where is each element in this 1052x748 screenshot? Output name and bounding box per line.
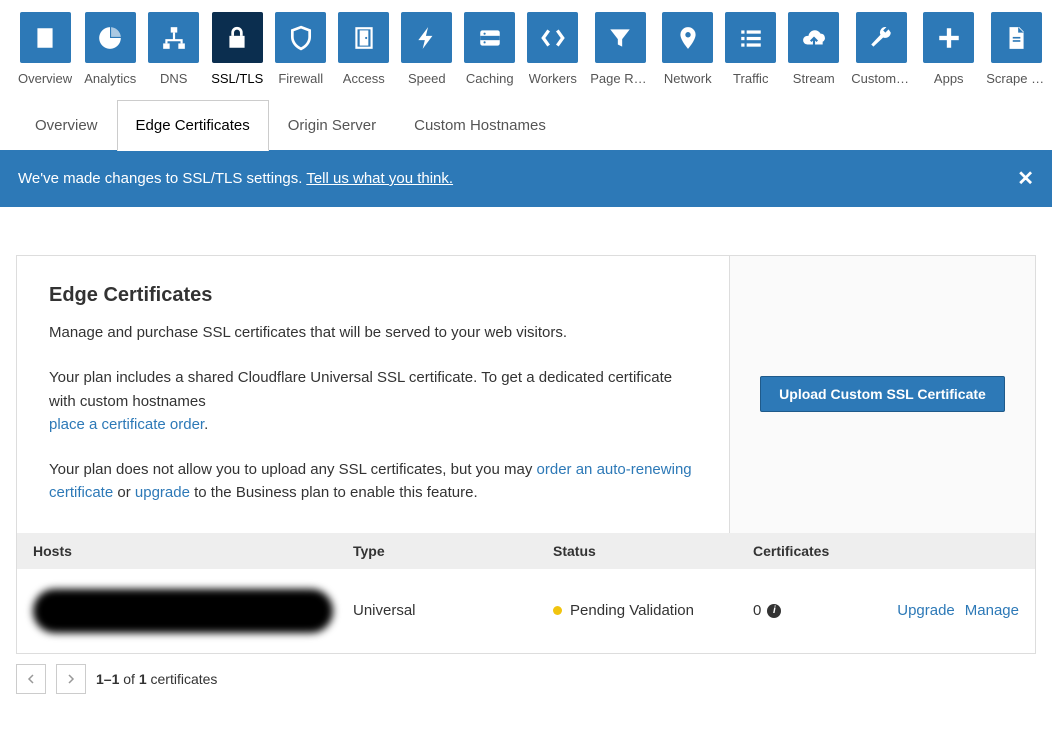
- nav-label: Apps: [934, 71, 964, 86]
- card-body: Edge Certificates Manage and purchase SS…: [17, 256, 1035, 533]
- nav-label: Workers: [529, 71, 577, 86]
- nav-pagerules[interactable]: Page Rules: [590, 12, 650, 86]
- edge-certificates-card: Edge Certificates Manage and purchase SS…: [16, 255, 1036, 654]
- lock-icon: [212, 12, 263, 63]
- th-certs: Certificates: [753, 543, 1019, 559]
- cell-status: Pending Validation: [553, 602, 753, 619]
- nav-label: Overview: [18, 71, 72, 86]
- upgrade-link[interactable]: upgrade: [135, 484, 190, 501]
- th-type: Type: [353, 543, 553, 559]
- nav-access[interactable]: Access: [338, 12, 389, 86]
- banner-content: We've made changes to SSL/TLS settings. …: [18, 170, 453, 187]
- nav-caching[interactable]: Caching: [464, 12, 515, 86]
- banner-link[interactable]: Tell us what you think.: [306, 170, 453, 187]
- door-icon: [338, 12, 389, 63]
- nav-label: Custom P…: [851, 71, 911, 86]
- th-hosts: Hosts: [33, 543, 353, 559]
- nav-label: Speed: [408, 71, 446, 86]
- nav-stream[interactable]: Stream: [788, 12, 839, 86]
- nav-label: Network: [664, 71, 712, 86]
- cell-certs: 0 i Upgrade Manage: [753, 602, 1019, 619]
- upgrade-action[interactable]: Upgrade: [897, 602, 955, 619]
- nav-traffic[interactable]: Traffic: [725, 12, 776, 86]
- next-page-button[interactable]: [56, 664, 86, 694]
- shield-icon: [275, 12, 326, 63]
- tab-origin-server[interactable]: Origin Server: [269, 100, 395, 151]
- card-description: Edge Certificates Manage and purchase SS…: [17, 256, 729, 533]
- tab-edge-certificates[interactable]: Edge Certificates: [117, 100, 269, 151]
- card-title: Edge Certificates: [49, 284, 697, 307]
- nav-dns[interactable]: DNS: [148, 12, 199, 86]
- nav-speed[interactable]: Speed: [401, 12, 452, 86]
- table-header: Hosts Type Status Certificates: [17, 533, 1035, 569]
- brackets-icon: [527, 12, 578, 63]
- card-p2: Your plan includes a shared Cloudflare U…: [49, 366, 697, 436]
- nav-label: Page Rules: [590, 71, 650, 86]
- cloud-icon: [788, 12, 839, 63]
- nav-label: Traffic: [733, 71, 768, 86]
- doc-icon: [20, 12, 71, 63]
- cell-hosts: [33, 589, 353, 633]
- notice-banner: We've made changes to SSL/TLS settings. …: [0, 150, 1052, 207]
- wrench-icon: [856, 12, 907, 63]
- nav-label: Caching: [466, 71, 514, 86]
- card-actions: Upload Custom SSL Certificate: [729, 256, 1035, 533]
- nav-network[interactable]: Network: [662, 12, 713, 86]
- nav-analytics[interactable]: Analytics: [84, 12, 136, 86]
- nav-customp[interactable]: Custom P…: [851, 12, 911, 86]
- th-status: Status: [553, 543, 753, 559]
- chevron-right-icon: [66, 674, 76, 684]
- nav-label: Firewall: [278, 71, 323, 86]
- pin-icon: [662, 12, 713, 63]
- nav-ssltls[interactable]: SSL/TLS: [211, 12, 263, 86]
- page-icon: [991, 12, 1042, 63]
- top-nav: Overview Analytics DNS SSL/TLS Firewall Acces…: [0, 0, 1052, 86]
- subnav-tabs: OverviewEdge CertificatesOrigin ServerCu…: [16, 100, 1036, 151]
- nav-label: Stream: [793, 71, 835, 86]
- nav-apps[interactable]: Apps: [923, 12, 974, 86]
- sitemap-icon: [148, 12, 199, 63]
- list-icon: [725, 12, 776, 63]
- nav-overview[interactable]: Overview: [18, 12, 72, 86]
- close-icon[interactable]: ✕: [1017, 166, 1034, 191]
- tab-custom-hostnames[interactable]: Custom Hostnames: [395, 100, 565, 151]
- nav-firewall[interactable]: Firewall: [275, 12, 326, 86]
- upload-certificate-button[interactable]: Upload Custom SSL Certificate: [760, 376, 1005, 412]
- redacted-host: [33, 589, 333, 633]
- nav-label: Access: [343, 71, 385, 86]
- banner-text: We've made changes to SSL/TLS settings.: [18, 170, 306, 187]
- card-p3: Your plan does not allow you to upload a…: [49, 458, 697, 505]
- nav-scrapes[interactable]: Scrape S…: [986, 12, 1046, 86]
- pagination: 1–1 of 1 certificates: [16, 664, 1036, 694]
- cell-type: Universal: [353, 602, 553, 619]
- info-icon[interactable]: i: [767, 604, 781, 618]
- pagination-text: 1–1 of 1 certificates: [96, 671, 217, 687]
- nav-label: DNS: [160, 71, 187, 86]
- funnel-icon: [595, 12, 646, 63]
- manage-action[interactable]: Manage: [965, 602, 1019, 619]
- server-icon: [464, 12, 515, 63]
- status-dot-icon: [553, 606, 562, 615]
- prev-page-button[interactable]: [16, 664, 46, 694]
- nav-label: SSL/TLS: [211, 71, 263, 86]
- card-p1: Manage and purchase SSL certificates tha…: [49, 321, 697, 344]
- bolt-icon: [401, 12, 452, 63]
- nav-label: Analytics: [84, 71, 136, 86]
- chevron-left-icon: [26, 674, 36, 684]
- tab-overview[interactable]: Overview: [16, 100, 117, 151]
- nav-workers[interactable]: Workers: [527, 12, 578, 86]
- place-order-link[interactable]: place a certificate order: [49, 416, 204, 433]
- pie-icon: [85, 12, 136, 63]
- nav-label: Scrape S…: [986, 71, 1046, 86]
- table-row: Universal Pending Validation 0 i Upgrade…: [17, 569, 1035, 653]
- plus-icon: [923, 12, 974, 63]
